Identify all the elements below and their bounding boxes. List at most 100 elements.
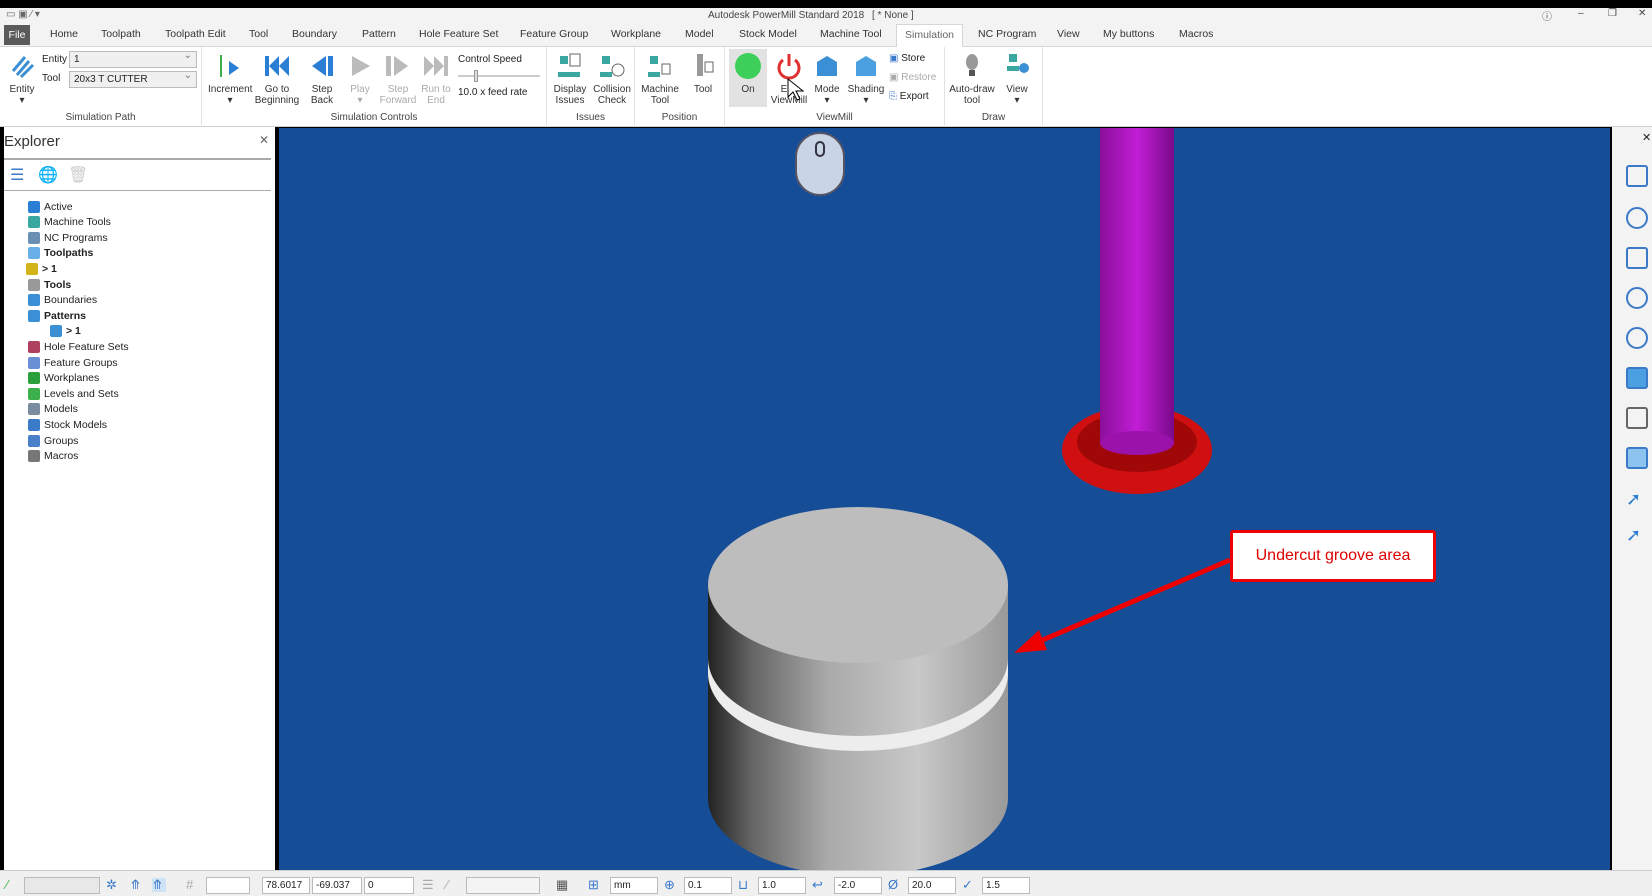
display-issues-button[interactable]: Display Issues bbox=[549, 51, 591, 106]
entity-select[interactable]: 1 bbox=[69, 50, 197, 68]
collision-check-button[interactable]: Collision Check bbox=[591, 51, 633, 106]
tree-item[interactable]: Hole Feature Sets bbox=[10, 339, 129, 354]
offset-field[interactable]: -2.0 bbox=[834, 877, 882, 894]
store-button[interactable]: ▣ Store bbox=[889, 53, 925, 64]
export-button[interactable]: ⎘ Export bbox=[889, 91, 929, 102]
close-button[interactable]: ✕ bbox=[1638, 8, 1646, 19]
wireframe-view-icon[interactable] bbox=[1626, 407, 1648, 429]
grid-icon[interactable]: # bbox=[186, 878, 200, 892]
tab-macros[interactable]: Macros bbox=[1179, 28, 1213, 40]
close-toolbar-icon[interactable]: ✕ bbox=[1642, 131, 1651, 144]
restore-button[interactable]: ▣ Restore bbox=[889, 72, 936, 83]
tab-toolpath[interactable]: Toolpath bbox=[101, 28, 141, 40]
tab-view[interactable]: View bbox=[1057, 28, 1080, 40]
tab-machine-tool[interactable]: Machine Tool bbox=[820, 28, 882, 40]
blank-field[interactable] bbox=[466, 877, 540, 894]
snap2-icon[interactable]: ⤊ bbox=[130, 878, 144, 892]
tree-item[interactable]: Workplanes bbox=[10, 371, 99, 386]
zoom-icon[interactable] bbox=[1626, 207, 1648, 229]
3d-viewport[interactable] bbox=[279, 77, 1610, 876]
tree-item[interactable]: NC Programs bbox=[10, 230, 108, 245]
tree-item[interactable]: > 1 bbox=[50, 324, 81, 339]
workplane-select[interactable] bbox=[24, 877, 100, 894]
tab-file[interactable]: File bbox=[4, 25, 30, 45]
quick-access-icons[interactable]: ▭ ▣ ⁄ ▾ bbox=[6, 9, 40, 20]
tree-item[interactable]: Stock Models bbox=[10, 417, 107, 432]
z-coordinate[interactable]: 0 bbox=[364, 877, 414, 894]
tab-workplane[interactable]: Workplane bbox=[611, 28, 661, 40]
draw-view-button[interactable]: View ▾ bbox=[999, 51, 1035, 106]
stepover-field[interactable]: 1.0 bbox=[758, 877, 806, 894]
viewmill-on-button[interactable]: On bbox=[729, 49, 767, 107]
select-icon[interactable]: ➚ bbox=[1626, 489, 1648, 511]
select-rotate-icon[interactable]: ➚ bbox=[1626, 525, 1648, 547]
tab-my-buttons[interactable]: My buttons bbox=[1103, 28, 1154, 40]
pen-icon[interactable]: ⁄ bbox=[446, 878, 460, 892]
help-icon[interactable]: ⓘ bbox=[1542, 8, 1552, 23]
go-to-beginning-button[interactable]: Go to Beginning bbox=[252, 51, 302, 106]
y-coordinate[interactable]: -69.037 bbox=[312, 877, 362, 894]
speed-slider[interactable] bbox=[458, 70, 540, 82]
view-fit-icon[interactable] bbox=[1626, 165, 1648, 187]
entity-button[interactable]: Entity ▾ bbox=[4, 51, 40, 106]
step-back-button[interactable]: Step Back bbox=[302, 51, 342, 106]
increment-button[interactable]: Increment ▾ bbox=[208, 51, 252, 106]
tab-boundary[interactable]: Boundary bbox=[292, 28, 337, 40]
shading-button[interactable]: Shading ▾ bbox=[845, 51, 887, 106]
tree-item[interactable]: Patterns bbox=[10, 308, 86, 323]
tab-nc-program[interactable]: NC Program bbox=[978, 28, 1036, 40]
zoom-box-icon[interactable] bbox=[1626, 287, 1648, 309]
tree-item[interactable]: Toolpaths bbox=[10, 246, 93, 261]
tab-model[interactable]: Model bbox=[685, 28, 714, 40]
tab-tool[interactable]: Tool bbox=[249, 28, 268, 40]
position-tool-button[interactable]: Tool bbox=[685, 51, 721, 95]
mode-button[interactable]: Mode ▾ bbox=[809, 51, 845, 106]
recycle-bin-icon[interactable]: 🗑 bbox=[68, 165, 88, 185]
tree-item[interactable]: Macros bbox=[10, 449, 78, 464]
tree-item[interactable]: Active bbox=[10, 199, 73, 214]
snap3-icon[interactable]: ⤊ bbox=[152, 878, 166, 892]
tree-view-icon[interactable]: ☰ bbox=[10, 165, 24, 185]
zoom-extents-icon[interactable] bbox=[1626, 327, 1648, 349]
tree-item[interactable]: Groups bbox=[10, 433, 78, 448]
angle-field[interactable]: 1.5 bbox=[982, 877, 1030, 894]
tab-hole-feature-set[interactable]: Hole Feature Set bbox=[419, 28, 498, 40]
grid-field[interactable] bbox=[206, 877, 250, 894]
run-to-end-button[interactable]: Run to End bbox=[418, 51, 454, 106]
tree-item[interactable]: Models bbox=[10, 402, 78, 417]
machine-tool-button[interactable]: Machine Tool bbox=[637, 51, 683, 106]
play-button[interactable]: Play ▾ bbox=[342, 51, 378, 106]
snap-icon[interactable]: ✲ bbox=[106, 878, 120, 892]
minimize-button[interactable]: – bbox=[1578, 8, 1584, 19]
refresh-view-icon[interactable] bbox=[1626, 247, 1648, 269]
tab-simulation[interactable]: Simulation bbox=[896, 24, 964, 48]
calculator-icon[interactable]: ▦ bbox=[556, 878, 570, 892]
restore-button[interactable]: ❐ bbox=[1608, 8, 1617, 19]
tab-home[interactable]: Home bbox=[50, 28, 78, 40]
diameter-field[interactable]: 20.0 bbox=[908, 877, 956, 894]
tree-item[interactable]: Tools bbox=[10, 277, 71, 292]
tree-item[interactable]: Feature Groups bbox=[10, 355, 118, 370]
list-icon[interactable]: ☰ bbox=[422, 878, 436, 892]
tab-toolpath-edit[interactable]: Toolpath Edit bbox=[165, 28, 226, 40]
step-forward-button[interactable]: Step Forward bbox=[378, 51, 418, 106]
tolerance-field[interactable]: 0.1 bbox=[684, 877, 732, 894]
tree-item[interactable]: Levels and Sets bbox=[10, 386, 119, 401]
close-explorer-icon[interactable]: ✕ bbox=[259, 133, 269, 147]
iso-view-icon[interactable] bbox=[1626, 447, 1648, 469]
globe-icon[interactable]: 🌐 bbox=[38, 165, 58, 185]
tree-item[interactable]: Machine Tools bbox=[10, 215, 111, 230]
tab-pattern[interactable]: Pattern bbox=[362, 28, 396, 40]
x-coordinate[interactable]: 78.6017 bbox=[262, 877, 310, 894]
auto-draw-tool-button[interactable]: Auto-draw tool bbox=[947, 51, 997, 106]
tree-item-icon bbox=[28, 450, 40, 463]
skip-forward-icon bbox=[421, 51, 451, 81]
tab-stock-model[interactable]: Stock Model bbox=[739, 28, 797, 40]
tree-item[interactable]: Boundaries bbox=[10, 293, 97, 308]
units-field[interactable]: mm bbox=[610, 877, 658, 894]
tree-item[interactable]: > 1 bbox=[26, 261, 57, 276]
tool-select[interactable]: 20x3 T CUTTER bbox=[69, 70, 197, 88]
tab-feature-group[interactable]: Feature Group bbox=[520, 28, 588, 40]
speed-slider-thumb[interactable] bbox=[474, 70, 478, 82]
shaded-view-icon[interactable] bbox=[1626, 367, 1648, 389]
